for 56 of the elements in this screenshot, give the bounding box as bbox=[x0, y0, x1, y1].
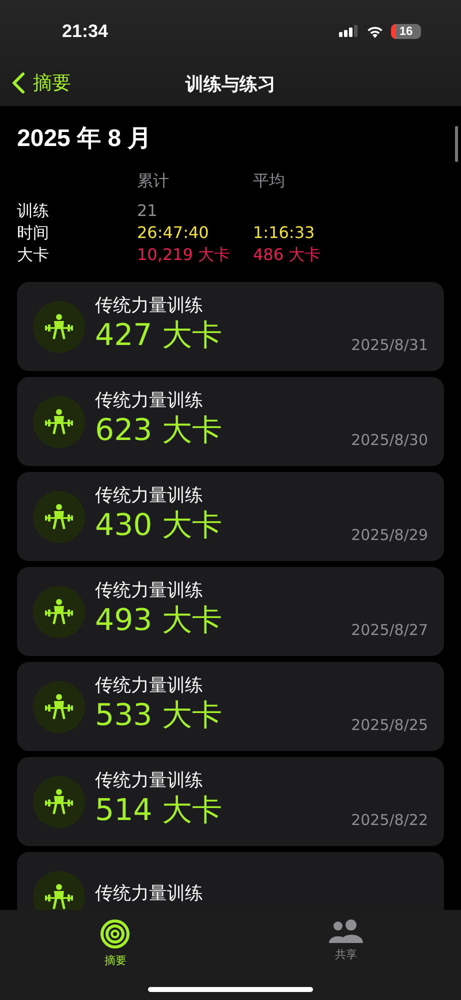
workout-name: 传统力量训练 bbox=[95, 484, 204, 508]
battery-icon: 16 bbox=[391, 24, 421, 38]
workout-card[interactable]: 传统力量训练 623 大卡 2025/8/30 bbox=[17, 377, 444, 466]
workout-name: 传统力量训练 bbox=[95, 388, 204, 412]
workout-card[interactable]: 传统力量训练 bbox=[17, 852, 444, 910]
workout-card[interactable]: 传统力量训练 514 大卡 2025/8/22 bbox=[17, 757, 444, 846]
stat-value: 486 大卡 bbox=[253, 245, 321, 264]
workout-name: 传统力量训练 bbox=[95, 768, 204, 792]
workout-date: 2025/8/30 bbox=[351, 431, 428, 449]
people-icon bbox=[328, 919, 364, 943]
nav-title: 训练与练习 bbox=[186, 73, 276, 96]
signal-icon bbox=[339, 25, 359, 37]
tab[interactable]: 摘要 bbox=[85, 918, 146, 969]
tab[interactable]: 共享 bbox=[316, 918, 376, 963]
workout-date: 2025/8/25 bbox=[351, 716, 428, 734]
stat-label: 大卡 bbox=[17, 244, 50, 266]
month-title: 2025 年 8 月 bbox=[17, 124, 153, 154]
workout-card[interactable]: 传统力量训练 427 大卡 2025/8/31 bbox=[17, 282, 444, 371]
workout-name: 传统力量训练 bbox=[95, 578, 204, 602]
wifi-icon bbox=[366, 24, 384, 38]
calories-value: 493 大卡 bbox=[95, 602, 222, 638]
column-header: 累计 bbox=[137, 170, 170, 192]
column-header: 平均 bbox=[253, 170, 286, 192]
weightlifter-icon bbox=[33, 776, 85, 828]
workout-card[interactable]: 传统力量训练 430 大卡 2025/8/29 bbox=[17, 472, 444, 561]
stat-value: 26:47:40 bbox=[137, 223, 209, 242]
stat-label: 训练 bbox=[17, 200, 50, 222]
back-button[interactable]: 摘要 bbox=[12, 70, 71, 96]
weightlifter-icon bbox=[33, 396, 85, 448]
stat-label: 时间 bbox=[17, 222, 50, 244]
workout-date: 2025/8/22 bbox=[351, 811, 428, 829]
stat-value: 21 bbox=[137, 201, 158, 220]
calories-value: 623 大卡 bbox=[95, 412, 222, 448]
status-time: 21:34 bbox=[62, 20, 108, 42]
calories-value: 427 大卡 bbox=[95, 318, 222, 354]
weightlifter-icon bbox=[33, 870, 85, 910]
weightlifter-icon bbox=[33, 300, 85, 352]
workout-name: 传统力量训练 bbox=[95, 294, 204, 318]
scroll-indicator bbox=[455, 126, 458, 162]
weightlifter-icon bbox=[33, 680, 85, 732]
workout-date: 2025/8/29 bbox=[351, 526, 428, 544]
weightlifter-icon bbox=[33, 490, 85, 542]
workout-date: 2025/8/27 bbox=[351, 621, 428, 639]
calories-value: 514 大卡 bbox=[95, 792, 222, 828]
stat-value: 1:16:33 bbox=[253, 223, 315, 242]
calories-value: 430 大卡 bbox=[95, 508, 222, 544]
stat-value: 10,219 大卡 bbox=[137, 245, 230, 264]
weightlifter-icon bbox=[33, 586, 85, 638]
workout-name: 传统力量训练 bbox=[95, 882, 203, 906]
rings-icon bbox=[100, 919, 130, 949]
chevron-left-icon bbox=[12, 72, 25, 94]
calories-value: 533 大卡 bbox=[95, 698, 222, 734]
workout-card[interactable]: 传统力量训练 493 大卡 2025/8/27 bbox=[17, 567, 444, 656]
workout-card[interactable]: 传统力量训练 533 大卡 2025/8/25 bbox=[17, 662, 444, 751]
workout-name: 传统力量训练 bbox=[95, 674, 204, 698]
workout-date: 2025/8/31 bbox=[351, 336, 428, 354]
